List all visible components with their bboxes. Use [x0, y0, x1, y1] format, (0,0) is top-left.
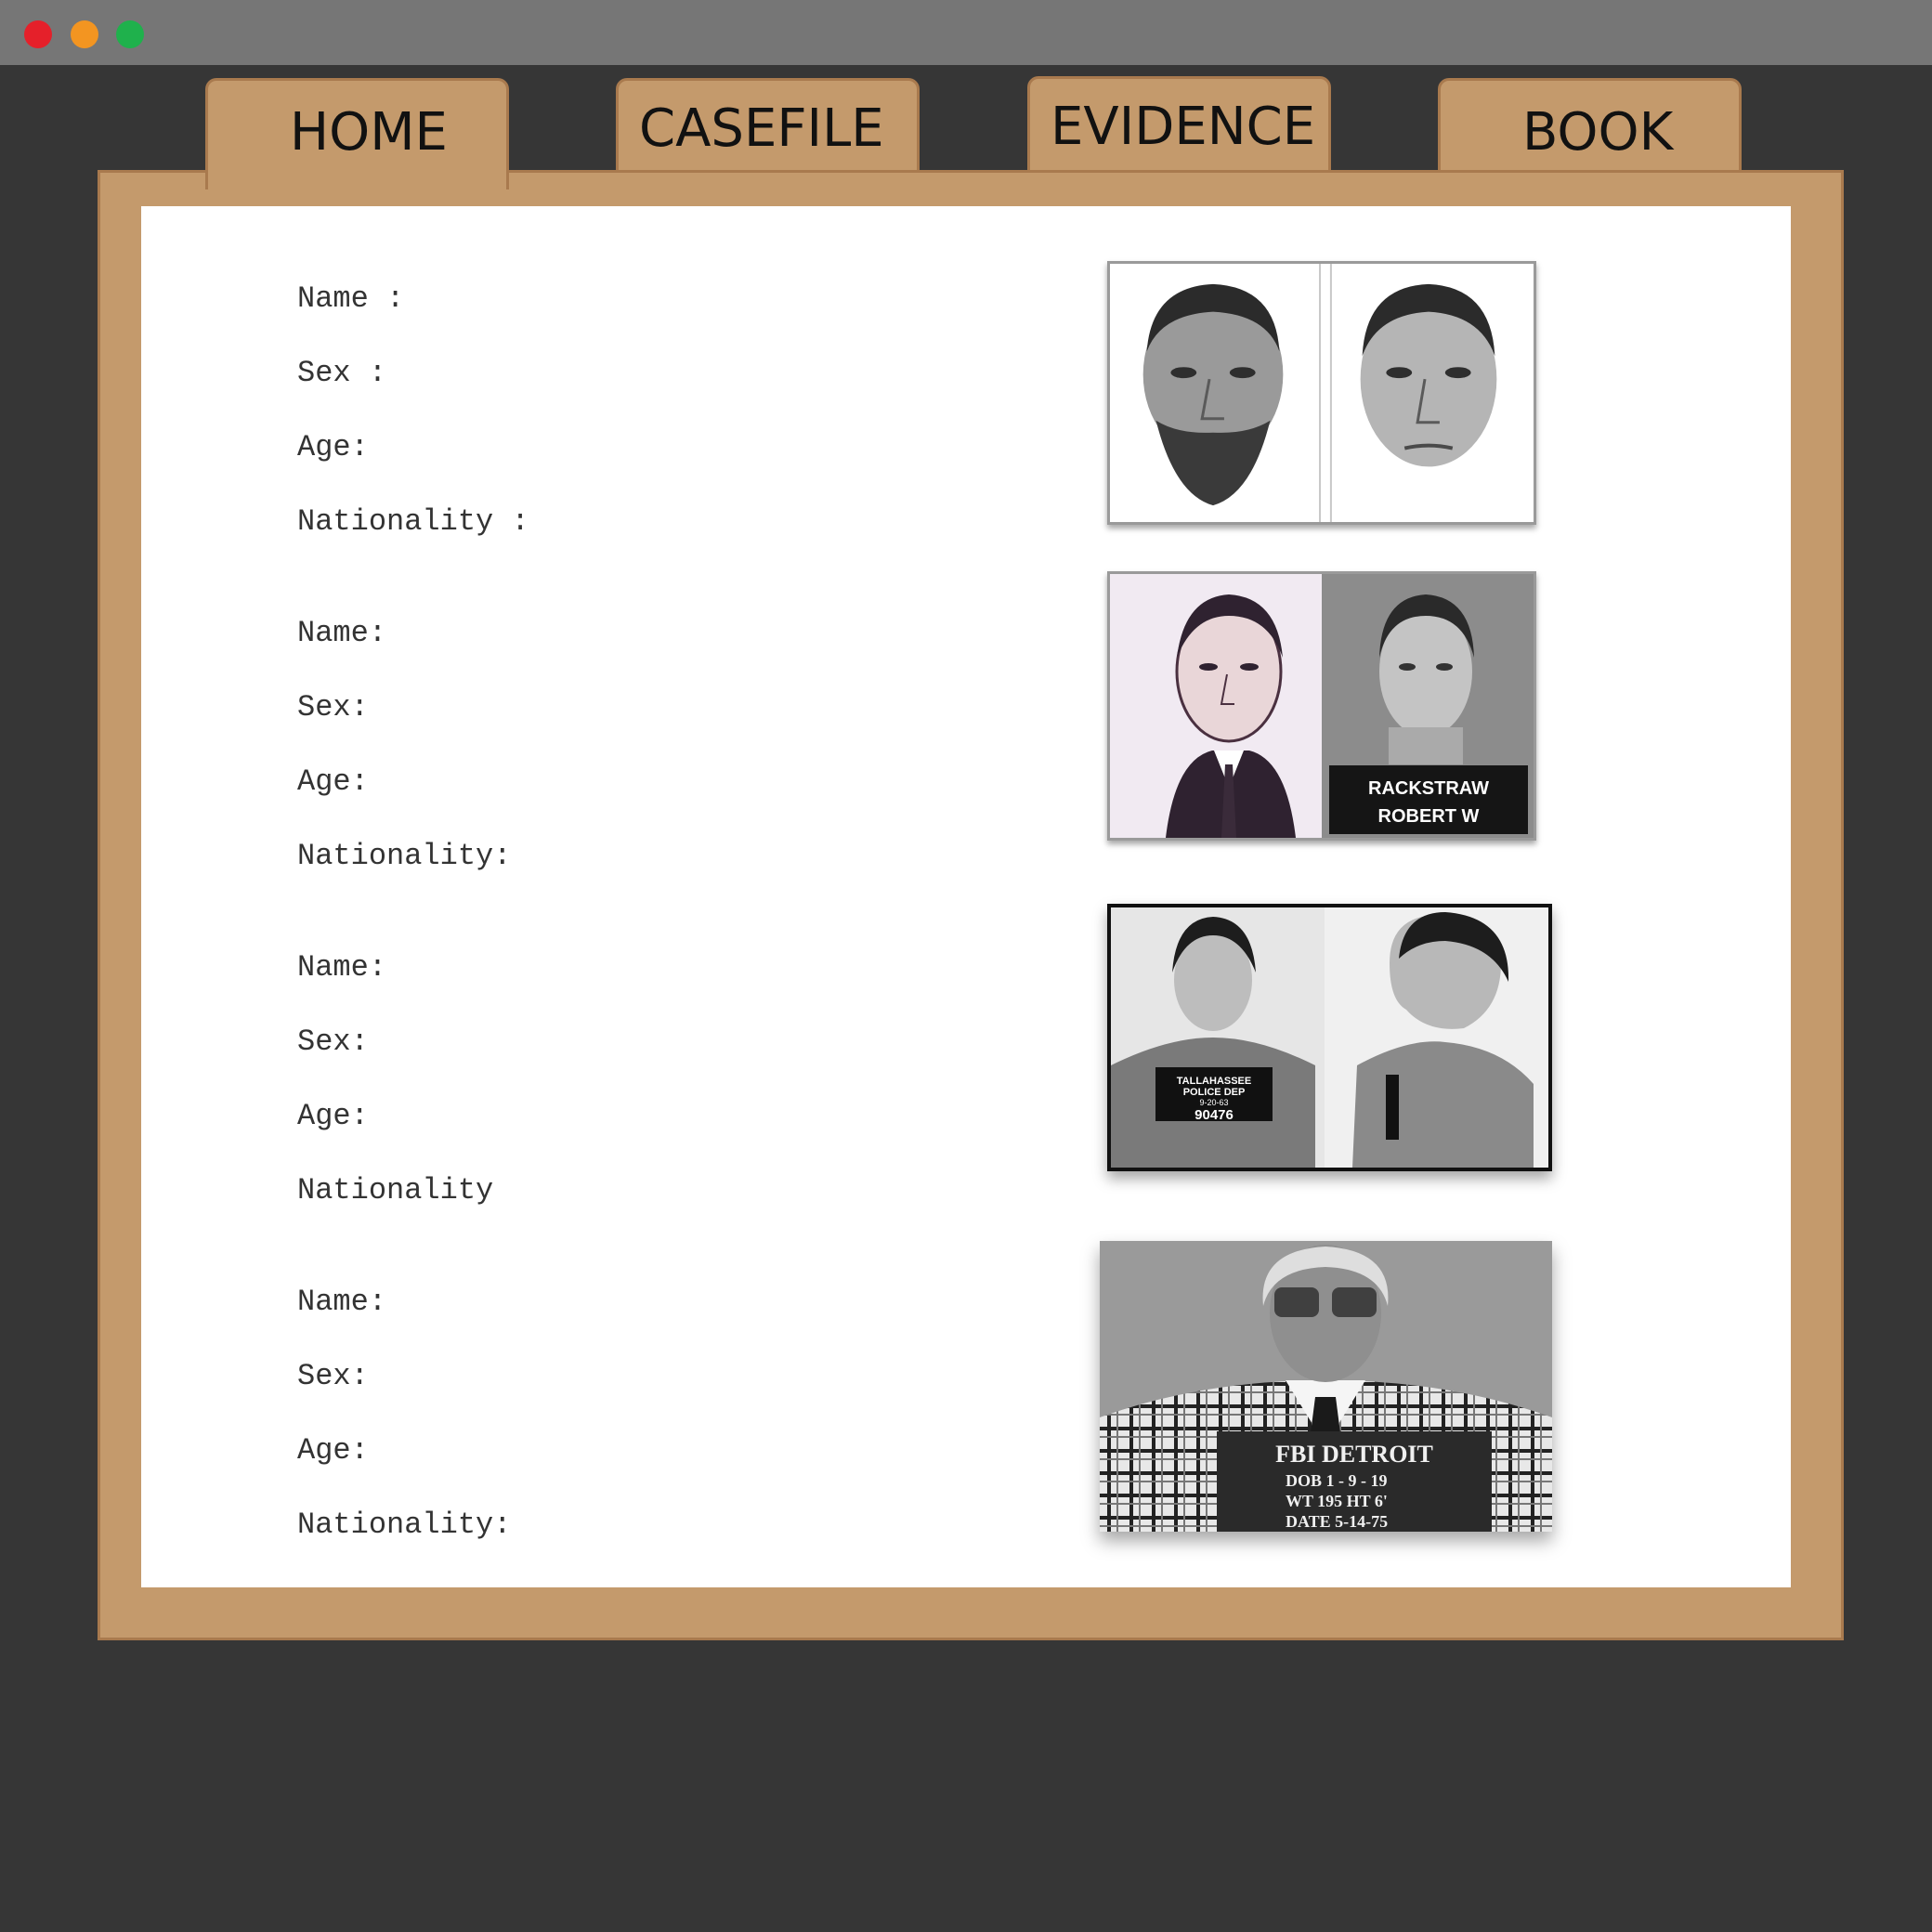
- placard-line-2: POLICE DEP: [1183, 1087, 1246, 1098]
- age-label: Age:: [297, 430, 369, 464]
- maximize-window-button[interactable]: [116, 20, 144, 48]
- tab-home-label: HOME: [290, 102, 448, 163]
- suspect-photo: [1107, 261, 1536, 525]
- tab-evidence-label: EVIDENCE: [1051, 97, 1316, 157]
- nationality-label: Nationality :: [297, 504, 529, 539]
- age-label: Age:: [297, 764, 369, 799]
- placard-line-1: TALLAHASSEE: [1177, 1076, 1251, 1087]
- suspect-photo: RACKSTRAW ROBERT W: [1107, 571, 1536, 841]
- nationality-label: Nationality: [297, 1173, 494, 1208]
- sex-label: Sex:: [297, 1359, 369, 1393]
- placard-line-2: DOB 1 - 9 - 19: [1286, 1471, 1388, 1490]
- placard-line-3: 9-20-63: [1199, 1098, 1228, 1107]
- age-label: Age:: [297, 1433, 369, 1468]
- tab-evidence[interactable]: EVIDENCE: [1027, 76, 1331, 176]
- close-window-button[interactable]: [24, 20, 52, 48]
- tab-casefile[interactable]: CASEFILE: [616, 78, 920, 178]
- age-label: Age:: [297, 1099, 369, 1133]
- tab-casefile-label: CASEFILE: [639, 98, 884, 159]
- window-titlebar: [0, 0, 1932, 65]
- placard-line-1: FBI DETROIT: [1275, 1441, 1433, 1468]
- name-label: Name:: [297, 616, 387, 650]
- placard-line-3: WT 195 HT 6': [1286, 1492, 1388, 1510]
- suspect-photo: FBI DETROIT DOB 1 - 9 - 19 WT 195 HT 6' …: [1100, 1241, 1552, 1532]
- placard-line-2: ROBERT W: [1378, 806, 1480, 827]
- nationality-label: Nationality:: [297, 1508, 512, 1542]
- tab-book[interactable]: BOOK: [1438, 78, 1742, 178]
- suspect-sheet: Name : Sex : Age: Nationality : Name: Se…: [141, 206, 1791, 1587]
- name-label: Name :: [297, 281, 405, 316]
- sex-label: Sex:: [297, 690, 369, 724]
- sex-label: Sex:: [297, 1025, 369, 1059]
- nationality-label: Nationality:: [297, 839, 512, 873]
- name-label: Name:: [297, 950, 387, 985]
- placard-line-4: 90476: [1194, 1107, 1234, 1123]
- tab-home[interactable]: HOME: [205, 78, 509, 189]
- minimize-window-button[interactable]: [71, 20, 98, 48]
- sex-label: Sex :: [297, 356, 387, 390]
- placard-line-4: DATE 5-14-75: [1286, 1512, 1388, 1531]
- tab-book-label: BOOK: [1522, 102, 1674, 163]
- placard-line-1: RACKSTRAW: [1368, 778, 1489, 799]
- name-label: Name:: [297, 1285, 387, 1319]
- suspect-photo: TALLAHASSEE POLICE DEP 9-20-63 90476: [1107, 904, 1552, 1171]
